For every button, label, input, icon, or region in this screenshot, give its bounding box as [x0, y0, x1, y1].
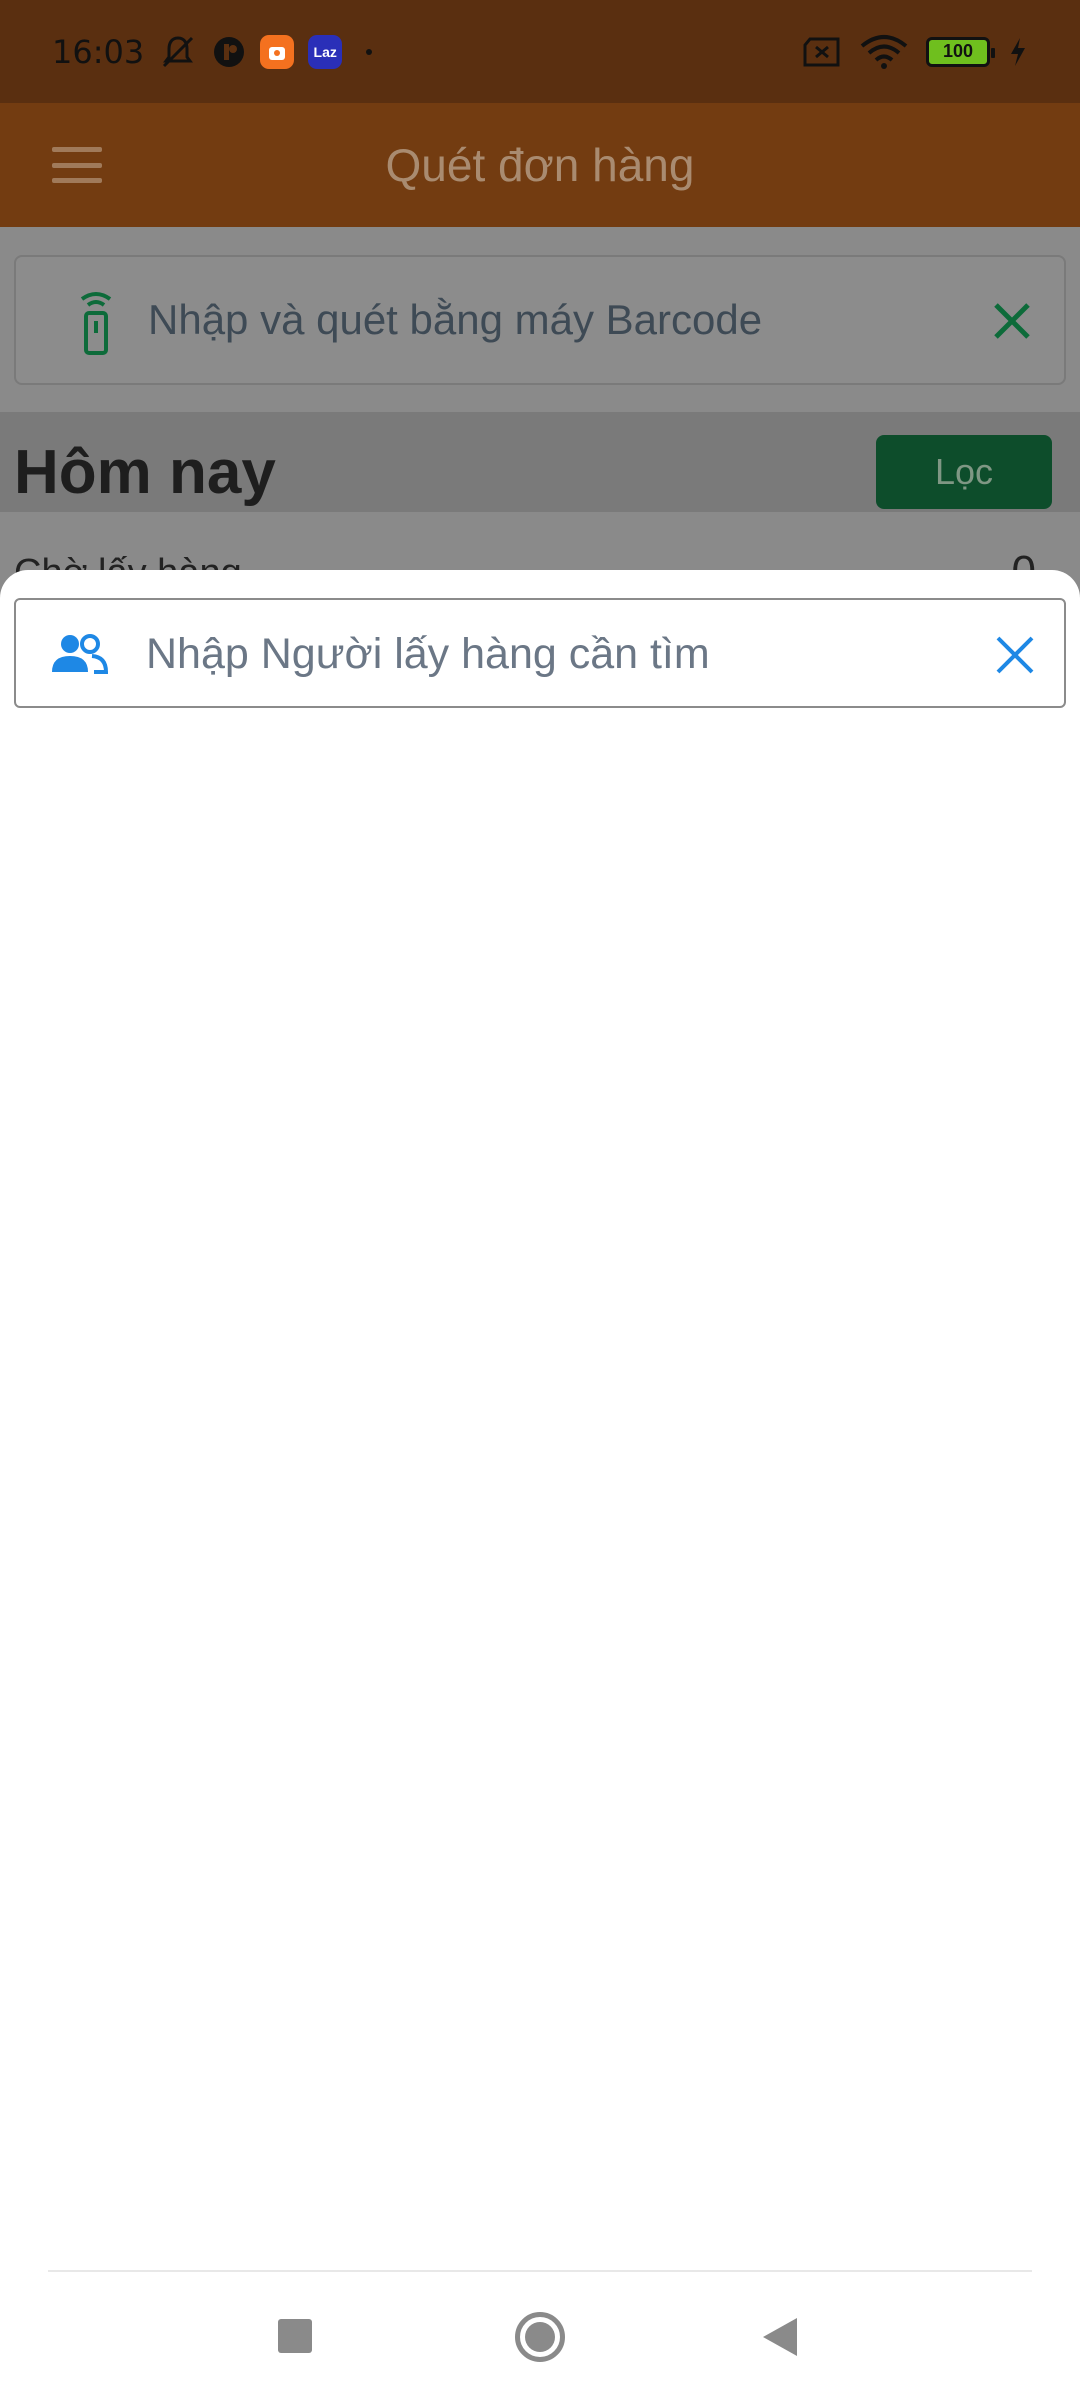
filter-button[interactable]: Lọc [876, 435, 1052, 509]
hamburger-icon[interactable] [52, 147, 102, 183]
app-lazada-icon: Laz [308, 34, 343, 69]
charging-icon [1011, 37, 1025, 66]
section-title: Hôm nay [14, 438, 276, 507]
status-bar: 16:03 Laz 100 [0, 0, 1080, 103]
bottom-sheet [0, 570, 1080, 2400]
status-right: 100 [802, 34, 1028, 70]
barcode-input-row[interactable]: Nhập và quét bằng máy Barcode [14, 255, 1066, 385]
app-shopee-icon [260, 34, 295, 69]
barcode-placeholder: Nhập và quét bằng máy Barcode [148, 296, 763, 343]
picker-search-box[interactable] [14, 598, 1066, 708]
barcode-scanner-icon [80, 292, 112, 355]
wifi-icon [860, 34, 908, 69]
battery-icon: 100 [926, 36, 995, 67]
battery-level: 100 [942, 41, 974, 61]
status-time: 16:03 [52, 32, 145, 71]
sim-x-icon [803, 37, 840, 66]
home-circle-icon[interactable] [515, 2312, 565, 2362]
screen: 16:03 Laz 100 Quét đơn hàng Nhập và quét… [0, 0, 1080, 2400]
people-icon [52, 634, 108, 674]
app-circle-icon [214, 36, 245, 67]
status-left: 16:03 Laz [52, 32, 373, 72]
picker-search-input[interactable] [146, 614, 966, 694]
navigation-bar [0, 2272, 1080, 2400]
recents-square-icon[interactable] [278, 2319, 312, 2353]
close-icon[interactable] [990, 630, 1040, 680]
back-triangle-icon[interactable] [763, 2318, 797, 2356]
app-bar: Quét đơn hàng [0, 103, 1080, 227]
page-title: Quét đơn hàng [385, 139, 695, 191]
close-icon[interactable] [986, 295, 1038, 347]
dot-icon [366, 48, 373, 55]
mute-bell-icon [163, 35, 194, 67]
